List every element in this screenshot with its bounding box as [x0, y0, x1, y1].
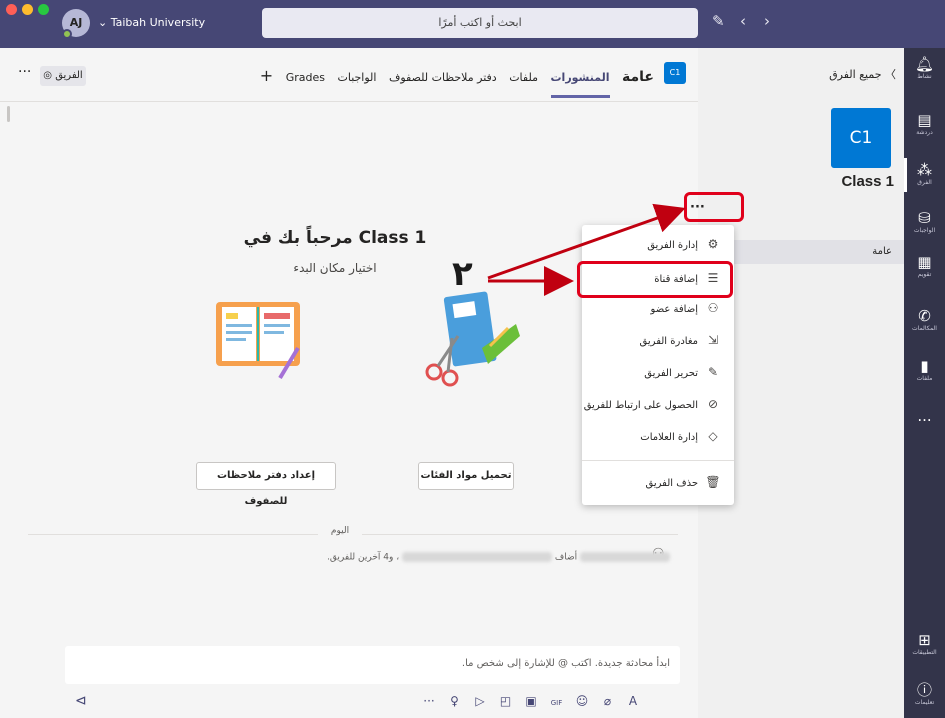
annotation-arrows	[487, 203, 686, 296]
arrow-to-more-options	[487, 203, 686, 280]
annotation-step-number: ٢	[452, 254, 473, 294]
